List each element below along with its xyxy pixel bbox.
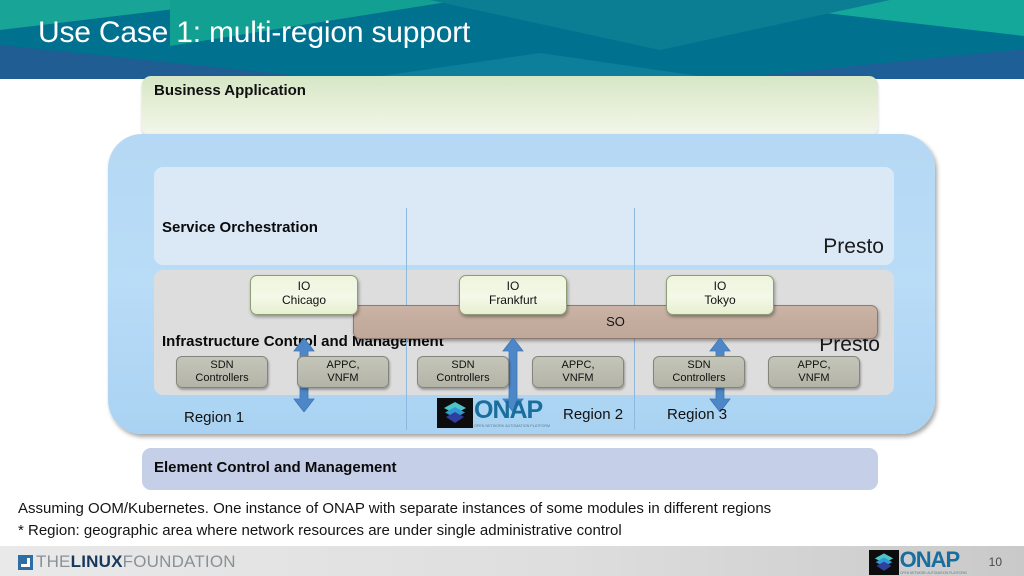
lf-linux-text: LINUX	[70, 552, 123, 571]
appc-box-region-3: APPC, VNFM	[768, 356, 860, 388]
region-label-3: Region 3	[667, 406, 728, 423]
region-label-2: Region 2	[563, 406, 624, 423]
appc-box-line2-r2: VNFM	[562, 372, 594, 384]
onap-tagline-footer: OPEN NETWORK AUTOMATION PLATFORM	[899, 571, 967, 575]
slide-footer: THE LINUX FOUNDATION ONAP OPEN NETWORK AUT…	[0, 546, 1024, 576]
header-shape-4	[430, 0, 890, 50]
sdn-box-region-1: SDN Controllers	[176, 356, 268, 388]
onap-logo-inline: ONAP OPEN NETWORK AUTOMATION PLATFORM	[437, 398, 557, 428]
element-control-label: Element Control and Management	[154, 459, 397, 476]
io-box-city-1: Chicago	[281, 293, 327, 307]
onap-tagline-inline: OPEN NETWORK AUTOMATION PLATFORM	[474, 423, 551, 428]
business-application-label: Business Application	[154, 82, 306, 99]
linux-foundation-mark-icon	[18, 554, 33, 570]
lf-the-text: THE	[36, 552, 71, 571]
onap-platform-panel: Service Orchestration Presto Infrastruct…	[108, 134, 935, 434]
presto-label-orchestration: Presto	[823, 235, 884, 258]
appc-box-line1-r1: APPC,	[326, 359, 360, 371]
io-box-city-3: Tokyo	[704, 293, 736, 307]
slide-header-banner: Use Case 1: multi-region support	[0, 0, 1024, 79]
io-box-title-2: IO	[506, 279, 520, 293]
slide-footnotes: Assuming OOM/Kubernetes. One instance of…	[18, 498, 771, 542]
sdn-box-line2-r1: Controllers	[195, 372, 249, 384]
header-shape-6	[724, 49, 1024, 79]
sdn-box-line1-r2: SDN	[451, 359, 475, 371]
io-box-title-1: IO	[297, 279, 311, 293]
so-box: SO	[353, 305, 878, 339]
io-box-region-2: IO Frankfurt	[459, 275, 567, 315]
onap-wordmark-footer: ONAP	[899, 547, 961, 572]
element-control-bar: Element Control and Management	[142, 448, 878, 490]
footnote-line-1: Assuming OOM/Kubernetes. One instance of…	[18, 500, 772, 517]
io-box-title-3: IO	[713, 279, 727, 293]
appc-box-region-2: APPC, VNFM	[532, 356, 624, 388]
onap-wordmark-inline: ONAP	[474, 396, 543, 424]
footnote-line-2: * Region: geographic area where network …	[18, 522, 622, 539]
io-box-region-1: IO Chicago	[250, 275, 358, 315]
lf-foundation-text: FOUNDATION	[122, 552, 236, 571]
business-application-bar: Business Application	[142, 76, 878, 136]
region-label-1: Region 1	[184, 409, 245, 426]
service-orchestration-band: Service Orchestration Presto	[154, 167, 894, 265]
page-title: Use Case 1: multi-region support	[38, 16, 471, 49]
appc-box-line1-r2: APPC,	[561, 359, 595, 371]
sdn-box-line2-r2: Controllers	[436, 372, 490, 384]
io-box-city-2: Frankfurt	[488, 293, 537, 307]
slide-canvas: Use Case 1: multi-region support Busines…	[0, 0, 1024, 576]
onap-logo-footer: ONAP OPEN NETWORK AUTOMATION PLATFORM	[868, 547, 972, 576]
appc-box-line2-r3: VNFM	[798, 372, 830, 384]
page-number: 10	[988, 555, 1002, 569]
appc-box-line1-r3: APPC,	[797, 359, 831, 371]
appc-box-line2-r1: VNFM	[327, 372, 359, 384]
appc-box-region-1: APPC, VNFM	[297, 356, 389, 388]
linux-foundation-logo: THE LINUX FOUNDATION	[18, 552, 236, 572]
sdn-box-line1-r3: SDN	[687, 359, 711, 371]
onap-hexagon-icon-footer	[868, 549, 899, 575]
header-shape-5	[0, 45, 330, 79]
io-box-region-3: IO Tokyo	[666, 275, 774, 315]
service-orchestration-label: Service Orchestration	[162, 219, 318, 236]
sdn-box-region-3: SDN Controllers	[653, 356, 745, 388]
sdn-box-region-2: SDN Controllers	[417, 356, 509, 388]
sdn-box-line2-r3: Controllers	[672, 372, 726, 384]
sdn-box-line1-r1: SDN	[210, 359, 234, 371]
so-box-label: SO	[606, 314, 625, 329]
onap-hexagon-icon	[437, 398, 473, 428]
